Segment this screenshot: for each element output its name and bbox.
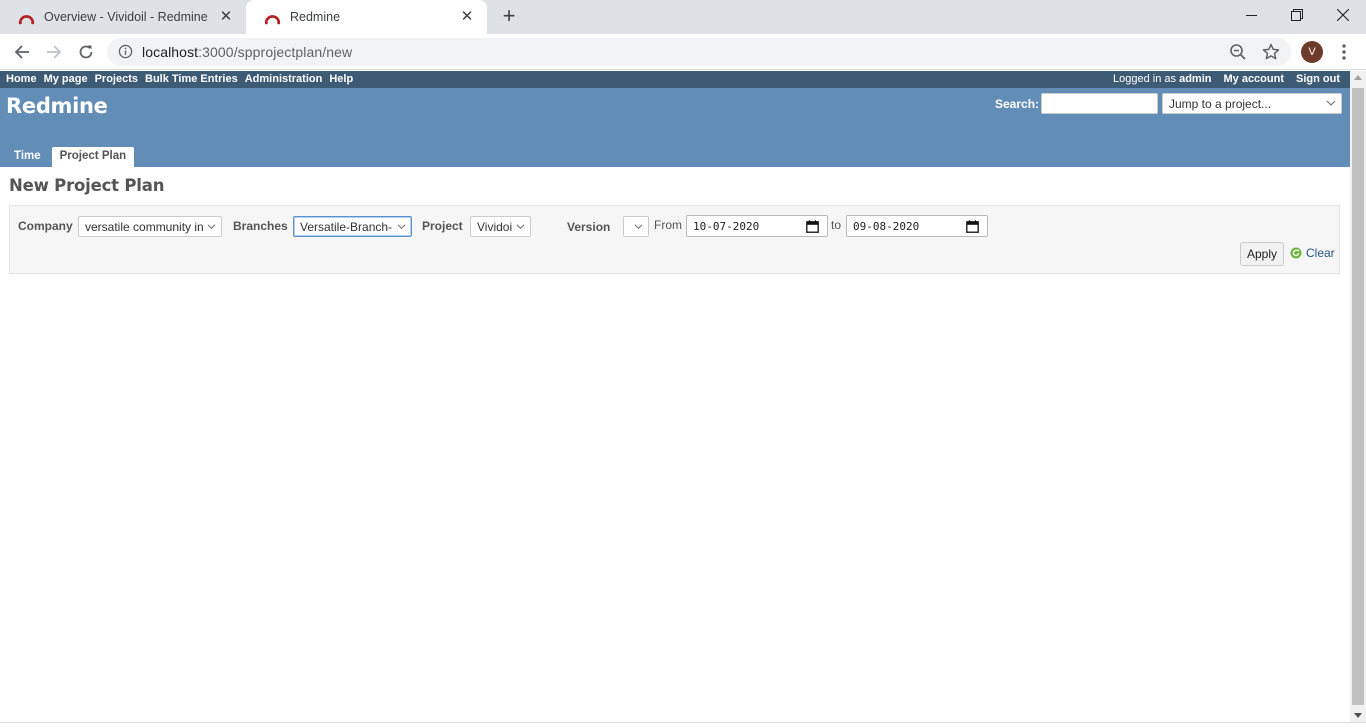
profile-avatar[interactable]: V bbox=[1301, 41, 1323, 63]
content: New Project Plan Company versatile commu… bbox=[0, 167, 1350, 722]
url-text: localhost:3000/spprojectplan/new bbox=[142, 44, 352, 60]
redmine-favicon-icon bbox=[18, 14, 35, 24]
browser-tab-title: Overview - Vividoil - Redmine bbox=[44, 10, 208, 24]
close-icon[interactable]: ✕ bbox=[459, 9, 475, 25]
top-menu-links: Home My page Projects Bulk Time Entries … bbox=[6, 73, 353, 85]
redmine-favicon-icon bbox=[264, 14, 281, 24]
star-icon[interactable] bbox=[1261, 42, 1281, 62]
browser-tab-overview[interactable]: Overview - Vividoil - Redmine ✕ bbox=[0, 0, 246, 34]
scroll-up-icon[interactable] bbox=[1354, 75, 1362, 80]
my-account-link[interactable]: My account bbox=[1223, 73, 1284, 85]
tab-time[interactable]: Time bbox=[6, 147, 49, 167]
browser-tabstrip: Overview - Vividoil - Redmine ✕ Redmine … bbox=[0, 0, 1366, 34]
tab-project-plan[interactable]: Project Plan bbox=[51, 147, 135, 167]
to-label: to bbox=[831, 218, 842, 232]
top-menu: Home My page Projects Bulk Time Entries … bbox=[0, 71, 1350, 88]
company-select[interactable]: versatile community in bbox=[78, 216, 222, 237]
logged-in-prefix: Logged in as bbox=[1113, 73, 1177, 85]
project-select-value: Vividoi bbox=[477, 220, 512, 234]
bottom-edge bbox=[0, 722, 1366, 728]
page-title: New Project Plan bbox=[9, 176, 165, 195]
logged-in-user[interactable]: admin bbox=[1179, 73, 1211, 85]
logged-in-as: Logged in as admin bbox=[1113, 73, 1211, 85]
browser-tab-title: Redmine bbox=[290, 10, 341, 24]
arrow-left-icon[interactable] bbox=[9, 39, 35, 65]
app-title: Redmine bbox=[6, 94, 108, 118]
search-label: Search: bbox=[995, 97, 1040, 111]
address-bar[interactable]: localhost:3000/spprojectplan/new bbox=[107, 38, 1291, 66]
account-links: Logged in as admin My account Sign out bbox=[1113, 73, 1340, 85]
calendar-icon[interactable] bbox=[806, 220, 819, 233]
zoom-icon[interactable] bbox=[1229, 43, 1247, 61]
url-path: :3000/spprojectplan/new bbox=[198, 44, 353, 60]
top-menu-home[interactable]: Home bbox=[6, 73, 37, 85]
search-input[interactable] bbox=[1041, 93, 1158, 114]
to-date-value: 09-08-2020 bbox=[853, 220, 920, 233]
chevron-down-icon bbox=[397, 224, 406, 230]
apply-button[interactable]: Apply bbox=[1240, 242, 1284, 266]
main-menu: Time Project Plan bbox=[6, 147, 135, 167]
browser-toolbar: localhost:3000/spprojectplan/new bbox=[0, 34, 1366, 70]
project-label: Project bbox=[422, 219, 463, 233]
top-menu-help[interactable]: Help bbox=[329, 73, 353, 85]
redmine-page: Home My page Projects Bulk Time Entries … bbox=[0, 71, 1350, 722]
chevron-down-icon bbox=[207, 224, 216, 230]
clear-link[interactable]: Clear bbox=[1290, 246, 1335, 260]
arrow-right-icon[interactable] bbox=[41, 39, 67, 65]
chevron-down-icon bbox=[634, 224, 643, 230]
version-select[interactable] bbox=[623, 216, 649, 237]
vertical-scrollbar[interactable] bbox=[1350, 71, 1366, 722]
kebab-menu-icon[interactable] bbox=[1334, 42, 1354, 62]
clear-label: Clear bbox=[1306, 246, 1335, 260]
browser-tab-redmine[interactable]: Redmine ✕ bbox=[246, 0, 487, 34]
minimize-icon[interactable] bbox=[1228, 0, 1274, 30]
branches-select[interactable]: Versatile-Branch- bbox=[293, 216, 412, 237]
project-select[interactable]: Vividoi bbox=[470, 216, 531, 237]
plus-icon[interactable]: + bbox=[497, 5, 521, 29]
reload-icon bbox=[1290, 247, 1302, 259]
company-label: Company bbox=[18, 219, 73, 233]
window-close-icon[interactable] bbox=[1320, 0, 1366, 30]
calendar-icon[interactable] bbox=[966, 220, 979, 233]
company-select-value: versatile community in bbox=[85, 220, 203, 234]
to-date-input[interactable]: 09-08-2020 bbox=[846, 215, 988, 237]
from-date-value: 10-07-2020 bbox=[693, 220, 760, 233]
branches-select-value: Versatile-Branch- bbox=[300, 220, 393, 234]
sign-out-link[interactable]: Sign out bbox=[1296, 73, 1340, 85]
version-label: Version bbox=[567, 220, 611, 234]
from-date-input[interactable]: 10-07-2020 bbox=[686, 215, 828, 237]
close-icon[interactable]: ✕ bbox=[218, 9, 234, 25]
reload-icon[interactable] bbox=[73, 39, 99, 65]
chevron-down-icon bbox=[516, 224, 525, 230]
header: Redmine Search: Jump to a project... Tim… bbox=[0, 88, 1350, 167]
branches-label: Branches bbox=[233, 219, 288, 233]
top-menu-administration[interactable]: Administration bbox=[245, 73, 323, 85]
jump-to-project-select[interactable]: Jump to a project... bbox=[1162, 93, 1342, 114]
scrollbar-thumb[interactable] bbox=[1352, 88, 1364, 705]
filter-box: Company versatile community in Branches … bbox=[9, 205, 1340, 274]
top-menu-projects[interactable]: Projects bbox=[95, 73, 138, 85]
url-host: localhost bbox=[142, 44, 199, 60]
top-menu-my-page[interactable]: My page bbox=[44, 73, 88, 85]
chevron-down-icon bbox=[1326, 100, 1336, 106]
scroll-down-icon[interactable] bbox=[1354, 713, 1362, 718]
top-menu-bulk-time-entries[interactable]: Bulk Time Entries bbox=[145, 73, 238, 85]
info-icon[interactable] bbox=[118, 44, 133, 59]
from-label: From bbox=[654, 218, 682, 232]
jump-to-project-placeholder: Jump to a project... bbox=[1169, 97, 1272, 111]
restore-icon[interactable] bbox=[1274, 0, 1320, 30]
